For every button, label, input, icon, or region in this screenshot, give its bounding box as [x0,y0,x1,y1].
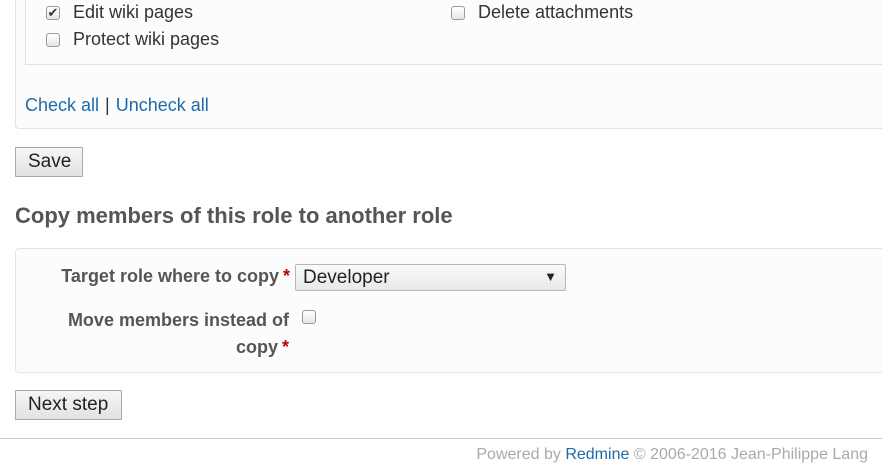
permission-delete-attachments[interactable]: Delete attachments [451,2,633,23]
check-all-link[interactable]: Check all [25,95,99,115]
section-title: Copy members of this role to another rol… [15,203,453,228]
move-members-label: Move members instead of copy * [30,307,289,361]
footer-divider [0,438,882,439]
permission-edit-wiki-pages[interactable]: ✔ Edit wiki pages [46,2,193,23]
permission-label: Edit wiki pages [73,2,194,22]
target-role-label-text: Target role where to copy [61,266,279,286]
permission-label: Protect wiki pages [73,29,220,49]
dropdown-arrow-icon: ▼ [544,269,557,284]
required-mark: * [281,337,289,357]
check-links: Check all | Uncheck all [25,95,209,116]
target-role-select[interactable]: Developer ▼ [295,264,566,291]
target-role-value: Developer [303,266,390,288]
link-separator: | [105,95,110,115]
uncheck-all-link[interactable]: Uncheck all [116,95,209,115]
edit-wiki-pages-checkbox[interactable]: ✔ [46,5,60,20]
save-button[interactable]: Save [15,147,83,177]
footer: Powered by Redmine © 2006-2016 Jean-Phil… [476,446,868,464]
delete-attachments-checkbox[interactable] [451,5,465,20]
target-role-label: Target role where to copy * [40,266,290,287]
footer-copyright: © 2006-2016 Jean-Philippe Lang [633,446,868,463]
next-step-button[interactable]: Next step [15,390,122,420]
permission-label: Delete attachments [478,2,634,22]
redmine-link[interactable]: Redmine [565,446,629,463]
move-members-label-line2: copy [235,337,278,357]
footer-prefix: Powered by [476,446,561,463]
required-mark: * [282,266,290,286]
permission-protect-wiki-pages[interactable]: Protect wiki pages [46,29,219,50]
protect-wiki-pages-checkbox[interactable] [46,32,60,47]
move-members-label-line1: Move members instead of [67,310,289,330]
move-members-checkbox[interactable] [302,310,316,324]
